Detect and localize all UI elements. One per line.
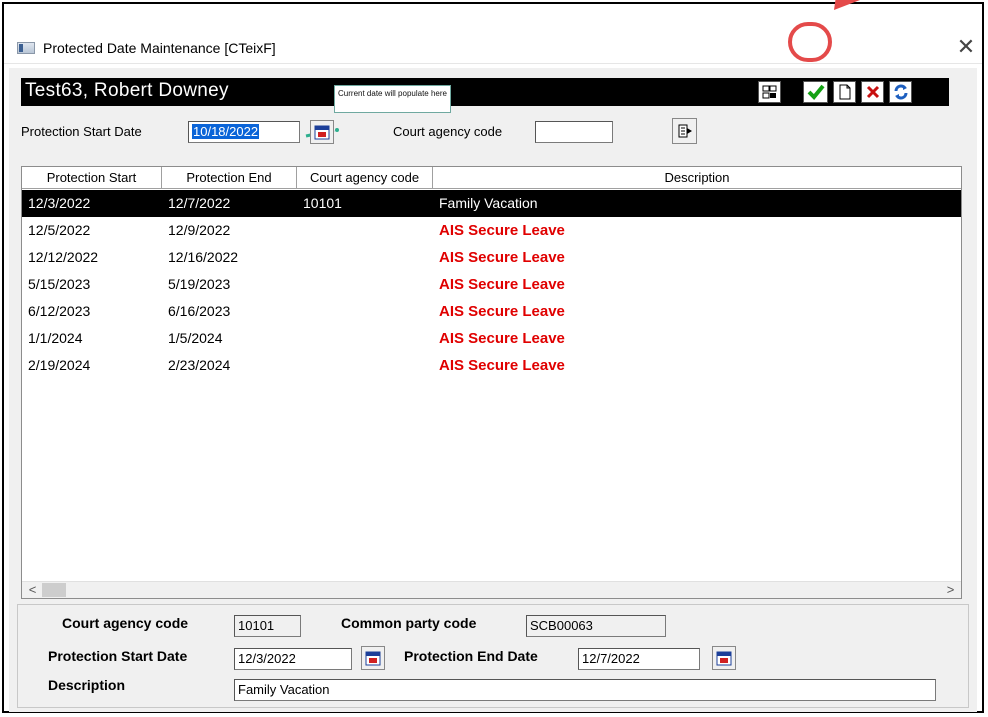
form-body: Test63, Robert Downey Current date will …: [9, 68, 977, 712]
protection-start-value: 10/18/2022: [192, 124, 260, 139]
detail-description-label: Description: [48, 677, 126, 693]
cell-protection-start: 1/1/2024: [28, 330, 83, 346]
grid-header: Protection Start Protection End Court ag…: [22, 167, 961, 189]
detail-court-agency-label: Court agency code: [62, 615, 189, 631]
cell-protection-end: 12/16/2022: [168, 249, 239, 265]
current-date-tooltip: Current date will populate here: [334, 85, 451, 113]
highlight-circle: [788, 22, 832, 62]
cell-court-agency: 10101: [303, 195, 342, 211]
new-record-button[interactable]: [833, 81, 856, 103]
calendar-icon: [716, 651, 732, 666]
cell-protection-start: 5/15/2023: [28, 276, 91, 292]
filter-row: Protection Start Date 10/18/2022 Court a…: [21, 114, 949, 150]
search-go-button[interactable]: [672, 118, 697, 144]
cell-protection-end: 2/23/2024: [168, 357, 231, 373]
grid-icon: [762, 85, 777, 99]
delete-x-icon: [866, 85, 879, 99]
cell-protection-start: 12/3/2022: [28, 195, 91, 211]
cell-protection-start: 2/19/2024: [28, 357, 91, 373]
detail-end-date-label: Protection End Date: [404, 648, 538, 664]
start-date-calendar-button[interactable]: [310, 120, 334, 144]
table-row[interactable]: 12/3/2022 12/7/2022 10101 Family Vacation: [22, 190, 961, 217]
court-agency-input[interactable]: [535, 121, 613, 143]
delete-button[interactable]: [861, 81, 884, 103]
scroll-right-icon[interactable]: >: [942, 582, 959, 599]
cell-protection-end: 5/19/2023: [168, 276, 231, 292]
col-protection-start[interactable]: Protection Start: [22, 167, 162, 189]
close-button[interactable]: ✕: [954, 36, 978, 60]
col-protection-end[interactable]: Protection End: [162, 167, 297, 189]
table-row[interactable]: 12/5/2022 12/9/2022 AIS Secure Leave: [22, 217, 961, 244]
table-row[interactable]: 12/12/2022 12/16/2022 AIS Secure Leave: [22, 244, 961, 271]
grid-view-button[interactable]: [758, 81, 781, 103]
court-agency-label: Court agency code: [393, 124, 503, 139]
detail-description-field[interactable]: Family Vacation: [234, 679, 936, 701]
horizontal-scrollbar[interactable]: < >: [22, 581, 961, 598]
go-arrow-icon: [678, 124, 692, 138]
table-row[interactable]: 2/19/2024 2/23/2024 AIS Secure Leave: [22, 352, 961, 379]
calendar-icon: [314, 125, 330, 140]
cell-description: AIS Secure Leave: [439, 276, 565, 293]
detail-start-date-field[interactable]: 12/3/2022: [234, 648, 352, 670]
common-party-label: Common party code: [341, 615, 477, 631]
col-court-agency[interactable]: Court agency code: [297, 167, 433, 189]
cell-description: AIS Secure Leave: [439, 222, 565, 239]
cell-protection-start: 12/5/2022: [28, 222, 91, 238]
detail-start-calendar-button[interactable]: [361, 646, 385, 670]
client-name: Test63, Robert Downey: [25, 80, 229, 101]
protection-start-label: Protection Start Date: [21, 124, 142, 139]
protected-dates-grid: Protection Start Protection End Court ag…: [21, 166, 962, 599]
cell-protection-end: 6/16/2023: [168, 303, 231, 319]
cell-description: AIS Secure Leave: [439, 330, 565, 347]
window-frame: Protected Date Maintenance [CTeixF] ✕ Te…: [2, 0, 984, 713]
cell-description: AIS Secure Leave: [439, 249, 565, 266]
cell-description: AIS Secure Leave: [439, 357, 565, 374]
cell-protection-end: 12/9/2022: [168, 222, 231, 238]
detail-end-date-field[interactable]: 12/7/2022: [578, 648, 700, 670]
save-check-button[interactable]: [803, 81, 828, 103]
window-icon: [17, 42, 35, 54]
calendar-icon: [365, 651, 381, 666]
new-document-icon: [839, 84, 850, 100]
title-bar: Protected Date Maintenance [CTeixF] ✕: [4, 4, 982, 64]
detail-panel: Court agency code 10101 Common party cod…: [17, 604, 969, 708]
table-row[interactable]: 1/1/2024 1/5/2024 AIS Secure Leave: [22, 325, 961, 352]
table-row[interactable]: 6/12/2023 6/16/2023 AIS Secure Leave: [22, 298, 961, 325]
client-name-bar: Test63, Robert Downey: [21, 78, 949, 106]
scroll-left-icon[interactable]: <: [24, 582, 41, 599]
detail-end-calendar-button[interactable]: [712, 646, 736, 670]
refresh-icon: [894, 84, 907, 100]
protection-start-input[interactable]: 10/18/2022: [188, 121, 300, 143]
scroll-thumb[interactable]: [42, 583, 66, 597]
check-icon: [807, 84, 825, 100]
col-description[interactable]: Description: [433, 167, 961, 189]
detail-start-date-label: Protection Start Date: [48, 648, 188, 664]
cell-description: AIS Secure Leave: [439, 303, 565, 320]
detail-court-agency-field: 10101: [234, 615, 301, 637]
refresh-button[interactable]: [889, 81, 912, 103]
window-title: Protected Date Maintenance [CTeixF]: [43, 40, 276, 56]
table-row[interactable]: 5/15/2023 5/19/2023 AIS Secure Leave: [22, 271, 961, 298]
cell-description: Family Vacation: [439, 195, 538, 211]
cell-protection-start: 6/12/2023: [28, 303, 91, 319]
cell-protection-end: 12/7/2022: [168, 195, 231, 211]
cell-protection-end: 1/5/2024: [168, 330, 223, 346]
cell-protection-start: 12/12/2022: [28, 249, 99, 265]
common-party-field: SCB00063: [526, 615, 666, 637]
